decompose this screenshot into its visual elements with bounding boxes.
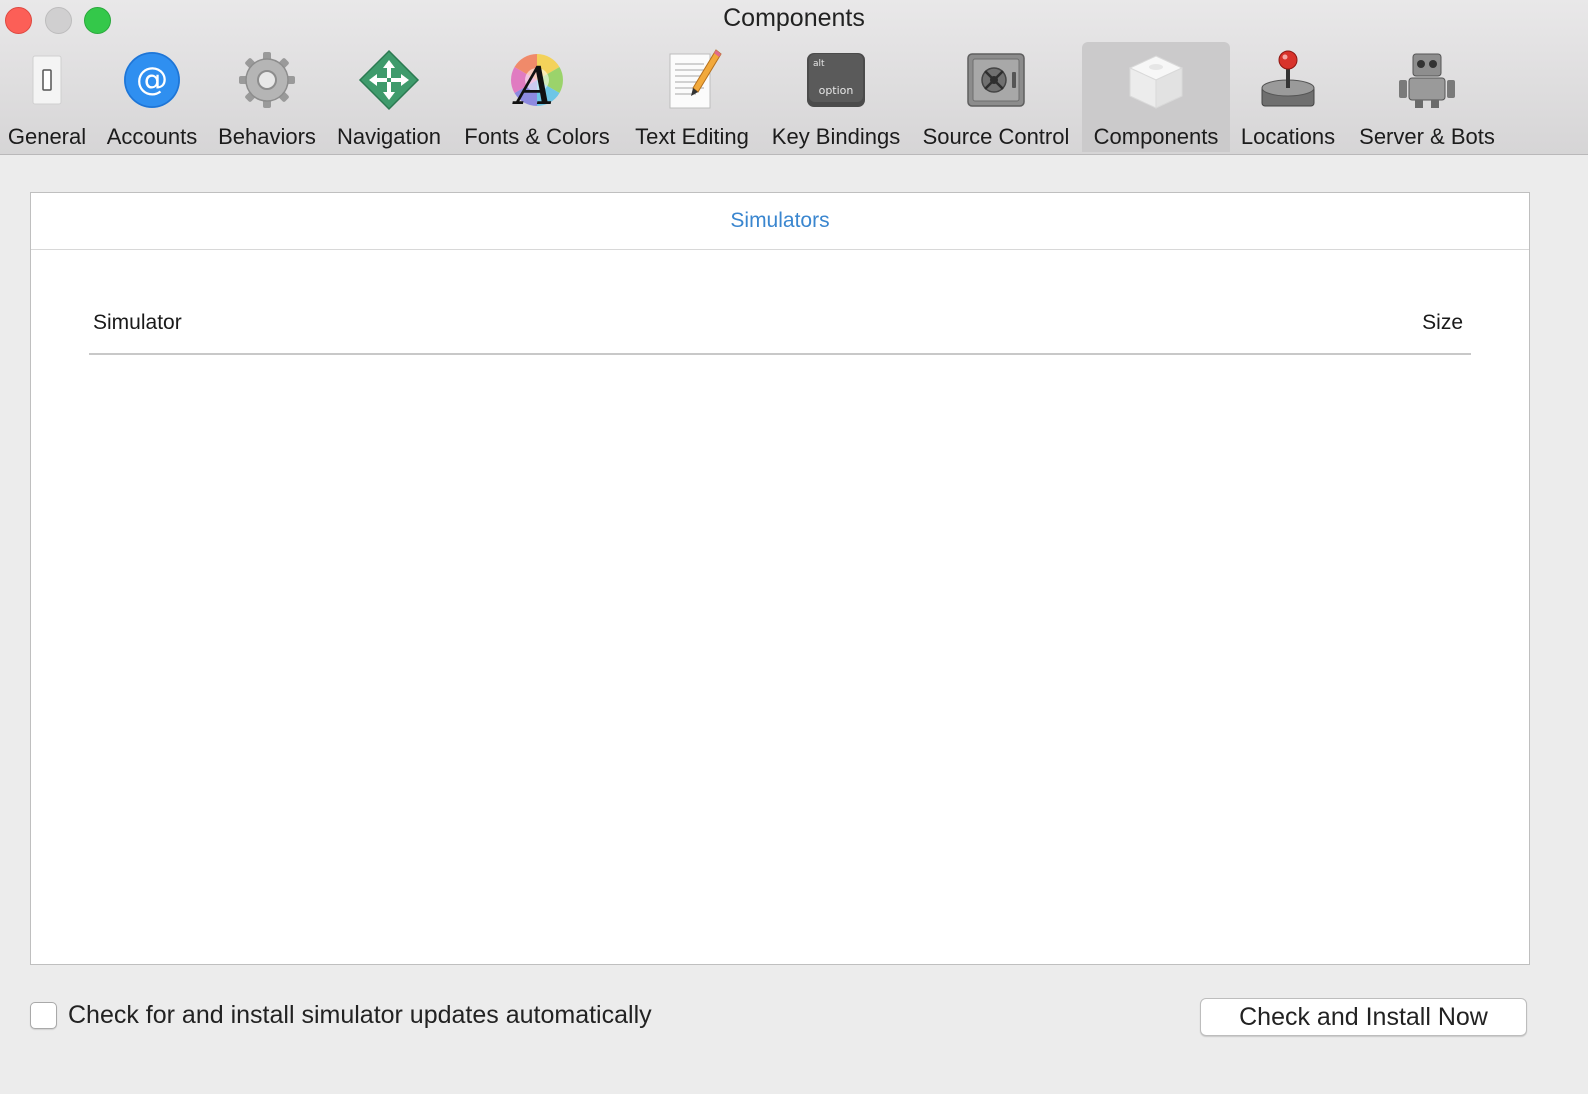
auto-update-label[interactable]: Check for and install simulator updates … bbox=[68, 1001, 652, 1030]
toolbar-label: Server & Bots bbox=[1359, 124, 1495, 149]
toolbar-item-navigation[interactable]: Navigation bbox=[330, 42, 448, 152]
toolbar-label: Text Editing bbox=[635, 124, 749, 149]
safe-icon bbox=[967, 53, 1025, 107]
tab-simulators[interactable]: Simulators bbox=[31, 193, 1529, 250]
svg-text:@: @ bbox=[136, 60, 168, 98]
svg-text:A: A bbox=[512, 57, 554, 112]
toolbar-item-server-bots[interactable]: Server & Bots bbox=[1352, 42, 1502, 152]
toolbar-item-components[interactable]: Components bbox=[1082, 42, 1230, 152]
toolbar-label: Source Control bbox=[922, 124, 1070, 149]
document-pencil-icon bbox=[669, 49, 722, 109]
toolbar-label: Behaviors bbox=[218, 124, 316, 149]
toolbar-item-text-editing[interactable]: Text Editing bbox=[626, 42, 758, 152]
auto-update-checkbox[interactable] bbox=[30, 1002, 57, 1029]
navigation-arrows-icon bbox=[358, 49, 420, 111]
window-title: Components bbox=[723, 4, 865, 32]
toolbar-label: Key Bindings bbox=[771, 124, 901, 149]
gear-icon bbox=[239, 52, 295, 108]
toolbar-item-behaviors[interactable]: Behaviors bbox=[212, 42, 322, 152]
toolbar-item-key-bindings[interactable]: alt option Key Bindings bbox=[766, 42, 906, 152]
toolbar-label: General bbox=[7, 124, 87, 149]
toolbar-label: Accounts bbox=[106, 124, 198, 149]
font-color-wheel-icon: A bbox=[511, 54, 563, 112]
column-header-size[interactable]: Size bbox=[1422, 311, 1463, 335]
toolbar-label: Locations bbox=[1240, 124, 1336, 149]
simulators-panel: Simulators Simulator Size bbox=[30, 192, 1530, 965]
toolbar-label: Components bbox=[1093, 124, 1219, 149]
simulators-table-header: Simulator Size bbox=[89, 297, 1471, 355]
svg-text:alt: alt bbox=[813, 59, 825, 69]
toolbar-label: Fonts & Colors bbox=[464, 124, 610, 149]
component-box-icon bbox=[1128, 55, 1184, 109]
light-switch-icon bbox=[32, 55, 62, 105]
robot-icon bbox=[1399, 53, 1455, 108]
svg-text:option: option bbox=[819, 84, 854, 97]
toolbar-label: Navigation bbox=[337, 124, 441, 149]
joystick-icon bbox=[1261, 50, 1315, 107]
toolbar-item-fonts-colors[interactable]: A Fonts & Colors bbox=[456, 42, 618, 152]
toolbar-item-accounts[interactable]: @ Accounts bbox=[100, 42, 204, 152]
auto-update-option[interactable]: Check for and install simulator updates … bbox=[30, 1001, 652, 1030]
window-titlebar: Components General @ Accounts Behaviors … bbox=[0, 0, 1588, 155]
at-sign-icon: @ bbox=[124, 52, 180, 108]
check-and-install-button[interactable]: Check and Install Now bbox=[1200, 998, 1527, 1036]
toolbar-item-locations[interactable]: Locations bbox=[1234, 42, 1342, 152]
toolbar-item-source-control[interactable]: Source Control bbox=[914, 42, 1078, 152]
toolbar-item-general[interactable]: General bbox=[4, 42, 90, 152]
option-key-icon: alt option bbox=[807, 53, 865, 107]
column-header-simulator[interactable]: Simulator bbox=[93, 311, 182, 335]
